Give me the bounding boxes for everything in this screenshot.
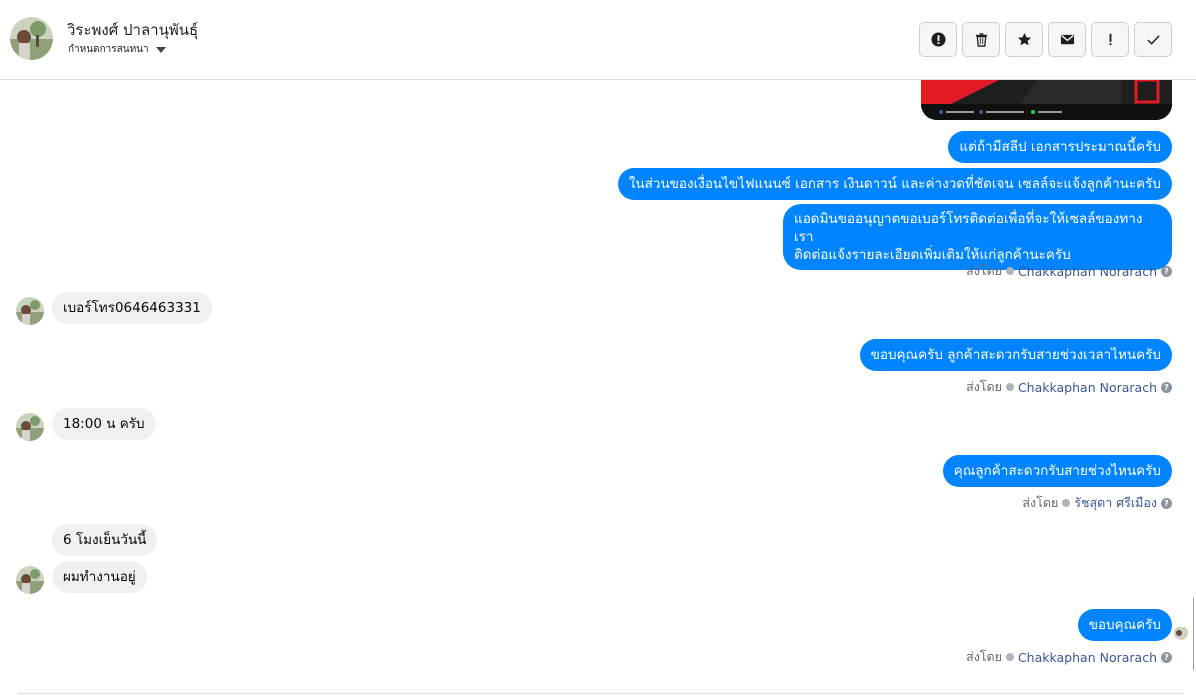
outgoing-message[interactable]: แต่ถ้ามีสลีป เอกสารประมาณนี้ครับ — [948, 131, 1172, 163]
outgoing-message[interactable]: ขอบคุณครับ ลูกค้าสะดวกรับสายช่วงเวลาไหนค… — [859, 339, 1172, 371]
scrollbar[interactable] — [1193, 598, 1194, 670]
contact-name[interactable]: วิระพงศ์ ปาลานุพันธุ์ — [67, 18, 198, 42]
verified-icon — [1005, 267, 1014, 275]
contact-avatar-small[interactable] — [16, 566, 44, 594]
sender-name[interactable]: รัชสุดา ศรีเมือง — [1074, 493, 1157, 513]
help-icon[interactable]: ? — [1161, 497, 1172, 509]
trash-icon — [975, 33, 987, 47]
follow-up-button[interactable] — [1091, 22, 1129, 57]
mark-done-button[interactable] — [1134, 22, 1172, 57]
alert-circle-icon — [930, 32, 946, 47]
incoming-message[interactable]: เบอร์โทร0646463331 — [52, 292, 212, 324]
spam-button[interactable] — [919, 22, 957, 57]
image-attachment[interactable] — [921, 80, 1172, 120]
help-icon[interactable]: ? — [1161, 651, 1172, 663]
sent-by-info: ส่งโดย รัชสุดา ศรีเมือง ? — [1022, 493, 1172, 513]
contact-avatar-small[interactable] — [16, 297, 44, 325]
delete-button[interactable] — [962, 22, 1000, 57]
star-icon — [1017, 32, 1031, 46]
verified-icon — [1062, 499, 1071, 507]
conversation-settings-label: กำหนดการสนทนา — [68, 44, 149, 55]
sent-by-label: ส่งโดย — [1022, 495, 1059, 510]
sender-name[interactable]: Chakkaphan Norarach — [1018, 380, 1157, 395]
outgoing-message[interactable]: คุณลูกค้าสะดวกรับสายช่วงไหนครับ — [942, 455, 1172, 487]
verified-icon — [1005, 383, 1014, 391]
message-line: แอดมินขออนุญาตขอเบอร์โทรติดต่อเพื่อที่จะ… — [794, 211, 1143, 245]
help-icon[interactable]: ? — [1161, 265, 1172, 277]
check-icon — [1146, 35, 1160, 45]
sent-by-info: ส่งโดย Chakkaphan Norarach ? — [966, 647, 1172, 667]
sender-name[interactable]: Chakkaphan Norarach — [1018, 264, 1157, 279]
mark-unread-button[interactable] — [1048, 22, 1086, 57]
sent-by-info: ส่งโดย Chakkaphan Norarach ? — [966, 377, 1172, 397]
contact-avatar[interactable] — [10, 17, 53, 60]
sent-by-label: ส่งโดย — [966, 379, 1002, 394]
envelope-icon — [1060, 34, 1074, 45]
sender-name[interactable]: Chakkaphan Norarach — [1018, 650, 1157, 665]
verified-icon — [1005, 653, 1014, 661]
incoming-message[interactable]: 18:00 น ครับ — [52, 408, 156, 440]
action-toolbar — [919, 22, 1172, 57]
conversation-header: วิระพงศ์ ปาลานุพันธุ์ กำหนดการสนทนา — [0, 0, 1196, 80]
seen-indicator-avatar — [1174, 626, 1188, 640]
incoming-message[interactable]: 6 โมงเย็นวันนี้ — [52, 524, 158, 556]
incoming-message[interactable]: ผมทำงานอยู่ — [52, 561, 147, 593]
message-thread[interactable]: แต่ถ้ามีสลีป เอกสารประมาณนี้ครับ ในส่วนข… — [0, 80, 1196, 695]
sent-by-label: ส่งโดย — [966, 263, 1002, 278]
caret-down-icon — [155, 46, 166, 53]
star-button[interactable] — [1005, 22, 1043, 57]
contact-avatar-small[interactable] — [16, 413, 44, 441]
exclamation-icon — [1109, 33, 1111, 46]
help-icon[interactable]: ? — [1161, 381, 1172, 393]
conversation-settings-dropdown[interactable]: กำหนดการสนทนา — [68, 42, 166, 57]
composer-divider — [18, 693, 1184, 694]
sent-by-info: ส่งโดย Chakkaphan Norarach ? — [966, 261, 1172, 281]
outgoing-message[interactable]: ขอบคุณครับ — [1077, 609, 1172, 641]
sent-by-label: ส่งโดย — [966, 649, 1002, 664]
outgoing-message[interactable]: ในส่วนของเงื่อนไขไฟแนนซ์ เอกสาร เงินดาวน… — [617, 168, 1172, 200]
